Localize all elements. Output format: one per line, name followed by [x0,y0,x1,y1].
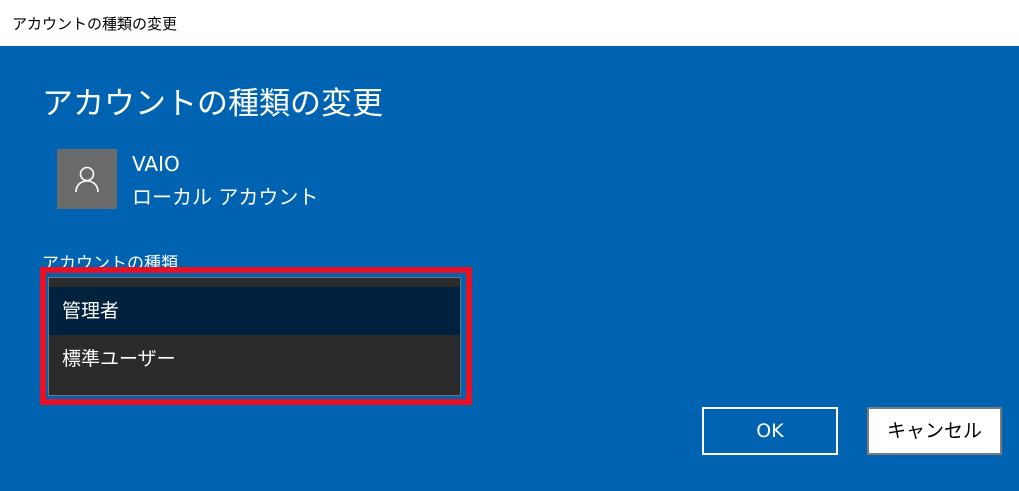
account-type-dropdown[interactable]: 管理者 標準ユーザー [48,277,461,396]
user-name: VAIO [132,152,180,176]
user-account-type: ローカル アカウント [132,185,319,209]
dropdown-option-administrator[interactable]: 管理者 [49,287,460,335]
title-bar[interactable]: アカウントの種類の変更 [0,0,1019,46]
person-icon [75,166,99,193]
change-account-type-window: アカウントの種類の変更 アカウントの種類の変更 VAIO ローカル アカウント … [0,0,1019,491]
ok-button[interactable]: OK [702,407,838,455]
window-title: アカウントの種類の変更 [12,15,178,33]
cancel-button[interactable]: キャンセル [867,407,1002,455]
avatar [57,149,117,209]
dropdown-option-standard-user[interactable]: 標準ユーザー [49,335,460,383]
dialog-heading: アカウントの種類の変更 [42,86,383,122]
ok-button-label: OK [756,420,784,442]
cancel-button-label: キャンセル [886,420,982,442]
